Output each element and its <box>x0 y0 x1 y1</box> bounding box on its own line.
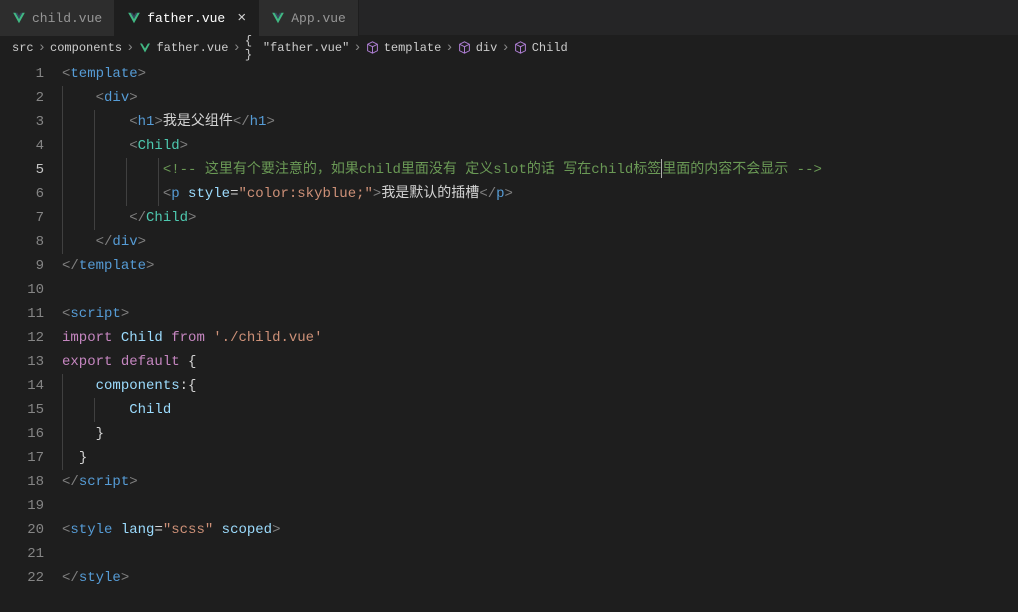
breadcrumb-item[interactable]: { } "father.vue" <box>245 41 349 55</box>
code-line: </script> <box>62 470 1018 494</box>
tab-label: child.vue <box>32 11 102 26</box>
text-cursor <box>661 159 662 178</box>
code-line <box>62 542 1018 566</box>
vue-icon <box>138 41 152 55</box>
code-line: <style lang="scss" scoped> <box>62 518 1018 542</box>
line-number: 20 <box>0 518 44 542</box>
line-number: 9 <box>0 254 44 278</box>
line-number: 6 <box>0 182 44 206</box>
line-number: 19 <box>0 494 44 518</box>
line-number: 18 <box>0 470 44 494</box>
cube-icon <box>514 41 528 55</box>
code-line: </style> <box>62 566 1018 590</box>
chevron-right-icon: › <box>126 40 134 56</box>
code-line: <template> <box>62 62 1018 86</box>
line-number: 21 <box>0 542 44 566</box>
code-line: </template> <box>62 254 1018 278</box>
line-number: 1 <box>0 62 44 86</box>
line-gutter: 1 2 3 4 5 6 7 8 9 10 11 12 13 14 15 16 1… <box>0 59 62 612</box>
code-line: import Child from './child.vue' <box>62 326 1018 350</box>
tab-app-vue[interactable]: App.vue <box>259 0 359 36</box>
chevron-right-icon: › <box>353 40 361 56</box>
line-number: 17 <box>0 446 44 470</box>
breadcrumb: src › components › father.vue › { } "fat… <box>0 36 1018 59</box>
line-number: 11 <box>0 302 44 326</box>
code-line: Child <box>62 398 1018 422</box>
cube-icon <box>458 41 472 55</box>
code-line: <Child> <box>62 134 1018 158</box>
chevron-right-icon: › <box>501 40 509 56</box>
close-icon[interactable]: × <box>237 10 246 27</box>
cube-icon <box>366 41 380 55</box>
tab-label: father.vue <box>147 11 225 26</box>
code-line: <h1>我是父组件</h1> <box>62 110 1018 134</box>
code-line: <script> <box>62 302 1018 326</box>
breadcrumb-item[interactable]: src <box>12 41 34 55</box>
line-number: 13 <box>0 350 44 374</box>
line-number: 12 <box>0 326 44 350</box>
line-number: 16 <box>0 422 44 446</box>
line-number: 3 <box>0 110 44 134</box>
code-line: </Child> <box>62 206 1018 230</box>
line-number: 4 <box>0 134 44 158</box>
code-line <box>62 494 1018 518</box>
code-line: export default { <box>62 350 1018 374</box>
line-number: 10 <box>0 278 44 302</box>
line-number: 2 <box>0 86 44 110</box>
vue-icon <box>127 11 141 25</box>
vue-icon <box>12 11 26 25</box>
code-line <box>62 278 1018 302</box>
line-number: 7 <box>0 206 44 230</box>
chevron-right-icon: › <box>232 40 240 56</box>
line-number: 15 <box>0 398 44 422</box>
chevron-right-icon: › <box>38 40 46 56</box>
tab-bar: child.vue father.vue × App.vue <box>0 0 1018 36</box>
breadcrumb-item[interactable]: template <box>366 41 442 55</box>
code-line: } <box>62 422 1018 446</box>
code-line: <p style="color:skyblue;">我是默认的插槽</p> <box>62 182 1018 206</box>
code-line: } <box>62 446 1018 470</box>
tab-father-vue[interactable]: father.vue × <box>115 0 259 36</box>
breadcrumb-item[interactable]: Child <box>514 41 568 55</box>
code-line: components:{ <box>62 374 1018 398</box>
code-line: <!-- 这里有个要注意的，如果child里面没有 定义slot的话 写在chi… <box>62 158 1018 182</box>
tab-child-vue[interactable]: child.vue <box>0 0 115 36</box>
line-number: 14 <box>0 374 44 398</box>
tab-label: App.vue <box>291 11 346 26</box>
breadcrumb-item[interactable]: components <box>50 41 122 55</box>
breadcrumb-item[interactable]: father.vue <box>138 41 228 55</box>
code-area[interactable]: <template> <div> <h1>我是父组件</h1> <Child> … <box>62 59 1018 612</box>
editor[interactable]: 1 2 3 4 5 6 7 8 9 10 11 12 13 14 15 16 1… <box>0 59 1018 612</box>
line-number: 8 <box>0 230 44 254</box>
code-line: <div> <box>62 86 1018 110</box>
code-line: </div> <box>62 230 1018 254</box>
vue-icon <box>271 11 285 25</box>
chevron-right-icon: › <box>445 40 453 56</box>
line-number: 22 <box>0 566 44 590</box>
line-number: 5 <box>0 158 44 182</box>
braces-icon: { } <box>245 41 259 55</box>
breadcrumb-item[interactable]: div <box>458 41 498 55</box>
